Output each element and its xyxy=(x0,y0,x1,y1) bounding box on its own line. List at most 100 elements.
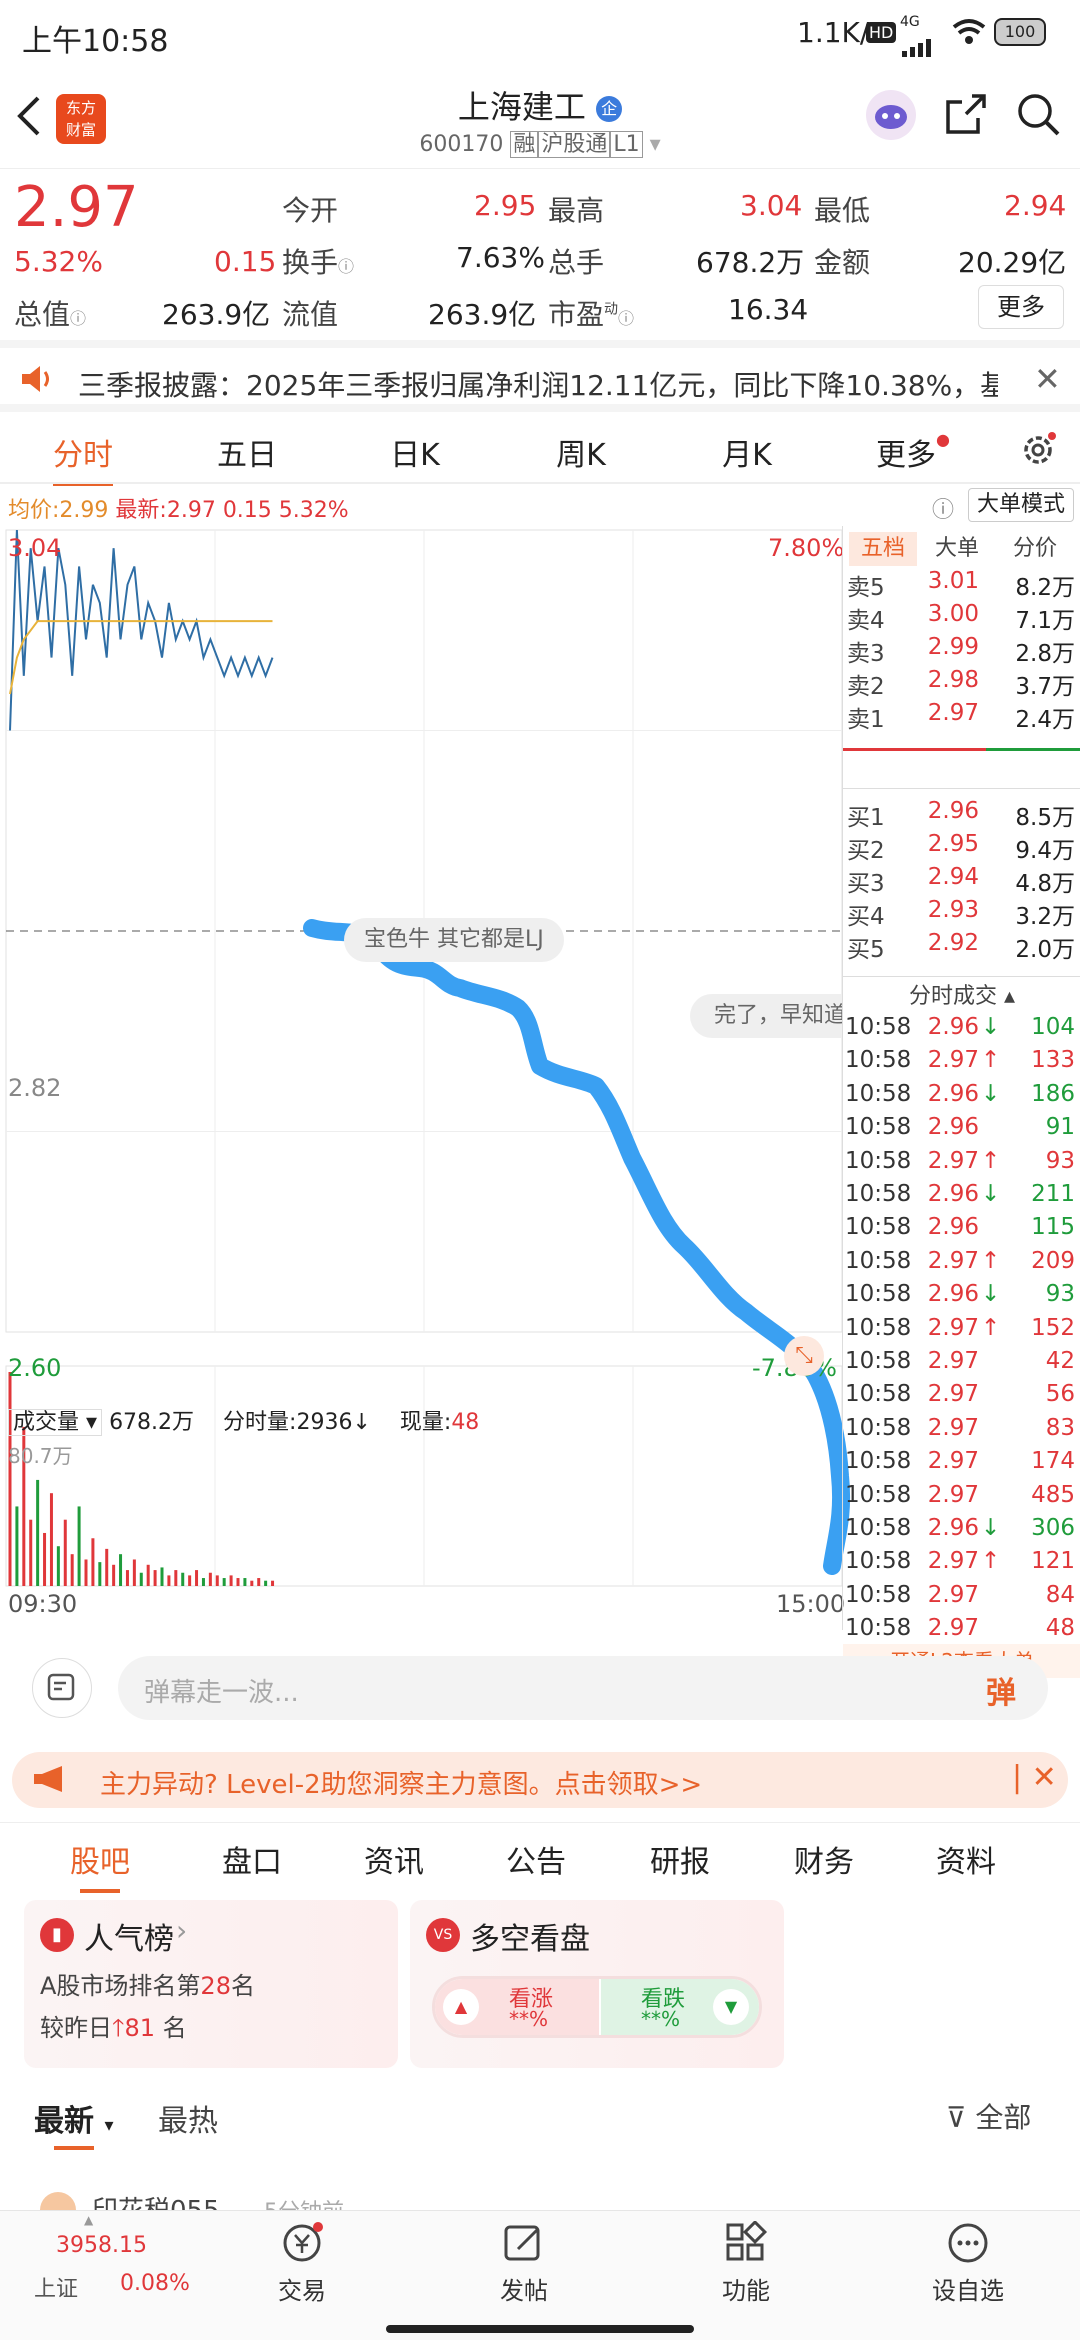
info-icon[interactable]: ⓘ xyxy=(70,309,86,328)
level-label: 卖1 xyxy=(847,707,885,733)
tab-announcements[interactable]: 公告 xyxy=(506,1837,566,1881)
rank-value: 28 xyxy=(200,1972,231,2000)
volume-bar xyxy=(105,1548,109,1586)
pe-label-text: 市盈 xyxy=(548,298,605,331)
big-order-mode-button[interactable]: 大单模式 xyxy=(968,488,1074,522)
gear-icon[interactable] xyxy=(1018,430,1058,478)
nav-add-watchlist[interactable]: 设自选 xyxy=(898,2221,1038,2306)
tab-big-order[interactable]: 大单 xyxy=(935,532,979,566)
tab-more[interactable]: 更多● xyxy=(858,430,968,474)
tick-price: 2.97 xyxy=(927,1381,979,1408)
tab-latest[interactable]: 最新 ▾ xyxy=(34,2096,114,2150)
volume-bar xyxy=(257,1578,261,1586)
bull-button[interactable]: ▲ 看涨 **% xyxy=(435,1979,599,2035)
danmaku-bubble: 宝色牛 其它都是LJ xyxy=(344,918,564,962)
share-icon[interactable] xyxy=(944,92,988,140)
chevron-down-icon[interactable]: ▾ xyxy=(650,132,661,157)
level2-promo-banner[interactable]: 主力异动? Level-2助您洞察主力意图。点击领取>> | ✕ xyxy=(12,1752,1068,1808)
change-value: 81 xyxy=(124,2014,156,2042)
danmaku-input-box[interactable]: 弹幕走一波... 弹 xyxy=(118,1656,1048,1720)
rank-prefix: A股市场排名第 xyxy=(40,1972,201,2000)
tick-title-text: 分时成交 xyxy=(908,984,997,1009)
level-label: 卖5 xyxy=(847,575,885,601)
level-tag: L1 xyxy=(610,131,643,158)
status-bar: 上午10:58 1.1K/s HD 4G 100 xyxy=(0,0,1080,72)
change-prefix: 较昨日 xyxy=(40,2014,112,2042)
bull-bear-card[interactable]: VS 多空看盘 ▲ 看涨 **% 看跌 **% ▼ xyxy=(410,1900,784,2068)
tab-guba[interactable]: 股吧 xyxy=(70,1837,130,1893)
info-icon[interactable]: ⓘ xyxy=(618,309,634,328)
more-button[interactable]: 更多 xyxy=(978,285,1064,329)
bear-button[interactable]: 看跌 **% ▼ xyxy=(601,1979,759,2035)
search-icon[interactable] xyxy=(1016,92,1062,142)
tick-time: 10:58 xyxy=(845,1314,912,1341)
tick-volume: 209 xyxy=(1031,1247,1075,1274)
intraday-chart-area: 均价:2.99 最新:2.97 0.15 5.32% ⓘ 大单模式 3.04 7… xyxy=(0,482,1080,1678)
volume-bar xyxy=(264,1580,268,1586)
tick-price: 2.96 xyxy=(927,1515,979,1541)
tab-intraday[interactable]: 分时 xyxy=(28,430,138,486)
tab-news[interactable]: 资讯 xyxy=(364,1837,424,1881)
tab-5day[interactable]: 五日 xyxy=(192,430,302,474)
yen-circle-icon xyxy=(283,2222,323,2262)
danmaku-send-button[interactable]: 弹 xyxy=(986,1668,1016,1712)
nav-trade[interactable]: 交易 xyxy=(232,2221,372,2306)
tick-time: 10:58 xyxy=(845,1281,912,1308)
danmaku-list-icon[interactable] xyxy=(32,1658,92,1718)
tab-daily-k[interactable]: 日K xyxy=(360,430,470,474)
tick-title[interactable]: 分时成交 ▴ xyxy=(843,978,1080,1010)
tab-profile[interactable]: 资料 xyxy=(936,1837,996,1881)
avg-value: 2.99 xyxy=(59,498,109,523)
notice-bar[interactable]: 三季报披露：2025年三季报归属净利润12.11亿元，同比下降10.38%，基本… xyxy=(0,340,1080,412)
tab-weekly-k[interactable]: 周K xyxy=(526,430,636,474)
info-icon[interactable]: ⓘ xyxy=(338,257,354,276)
tab-five-level[interactable]: 五档 xyxy=(849,532,917,566)
level-volume: 8.5万 xyxy=(1015,805,1075,831)
pe-sup: 动 xyxy=(604,301,619,318)
volume-bar xyxy=(36,1479,40,1586)
mktcap-label: 总值ⓘ xyxy=(14,293,86,333)
connect-tag: 沪股通 xyxy=(538,131,611,158)
robot-avatar-icon[interactable] xyxy=(866,90,916,140)
tick-price: 2.96 xyxy=(927,1214,979,1241)
tab-pankou[interactable]: 盘口 xyxy=(222,1837,282,1881)
close-icon[interactable]: ✕ xyxy=(1034,360,1061,398)
tab-label: 更多 xyxy=(876,438,937,473)
tick-row: 10:58 2.97 42 xyxy=(843,1348,1075,1381)
volume-bar xyxy=(70,1554,74,1586)
filter-button[interactable]: ⊽ 全部 xyxy=(946,2096,1031,2136)
volume-selector[interactable]: 成交量 ▾ xyxy=(8,1409,103,1436)
volume-bar xyxy=(250,1580,254,1586)
tick-row: 10:58 2.97 83 xyxy=(843,1415,1075,1448)
index-ticker[interactable]: ▲ 3958.15 上证 0.08% xyxy=(0,2211,190,2340)
tab-price-dist[interactable]: 分价 xyxy=(1013,532,1057,566)
tick-time: 10:58 xyxy=(845,1548,912,1575)
nav-functions[interactable]: 功能 xyxy=(676,2219,816,2306)
level-label: 买4 xyxy=(847,904,885,930)
expand-icon[interactable]: ⤡ xyxy=(784,1336,824,1376)
tab-monthly-k[interactable]: 月K xyxy=(692,430,802,474)
close-icon[interactable]: | ✕ xyxy=(1012,1760,1057,1795)
amount-label: 金额 xyxy=(814,246,871,279)
tick-time: 10:58 xyxy=(845,1581,912,1608)
tick-volume: 186 xyxy=(1031,1080,1075,1107)
tick-time: 10:58 xyxy=(845,1181,912,1207)
percent-change: 5.32% xyxy=(14,245,103,278)
tick-time: 10:58 xyxy=(845,1481,912,1508)
margin-tag: 融 xyxy=(510,131,539,158)
level-label: 买1 xyxy=(847,805,885,831)
danmaku-input[interactable]: 弹幕走一波... xyxy=(144,1672,299,1709)
volume-bar xyxy=(229,1575,233,1586)
ask-level-row: 卖1 2.97 2.4万 xyxy=(843,700,1075,733)
volume-bar xyxy=(188,1575,192,1586)
popularity-card[interactable]: ▮ 人气榜 › A股市场排名第28名 较昨日🡑81 名 xyxy=(24,1900,398,2068)
time-end: 15:00 xyxy=(776,1590,846,1618)
wifi-icon xyxy=(952,18,986,54)
nav-post[interactable]: 发帖 xyxy=(454,2221,594,2306)
help-icon[interactable]: ⓘ xyxy=(932,492,954,524)
tab-finance[interactable]: 财务 xyxy=(794,1837,854,1881)
low-label: 最低 xyxy=(814,194,871,227)
tab-hot[interactable]: 最热 xyxy=(158,2096,218,2140)
level-volume: 2.4万 xyxy=(1015,707,1075,733)
tab-research[interactable]: 研报 xyxy=(650,1837,710,1881)
